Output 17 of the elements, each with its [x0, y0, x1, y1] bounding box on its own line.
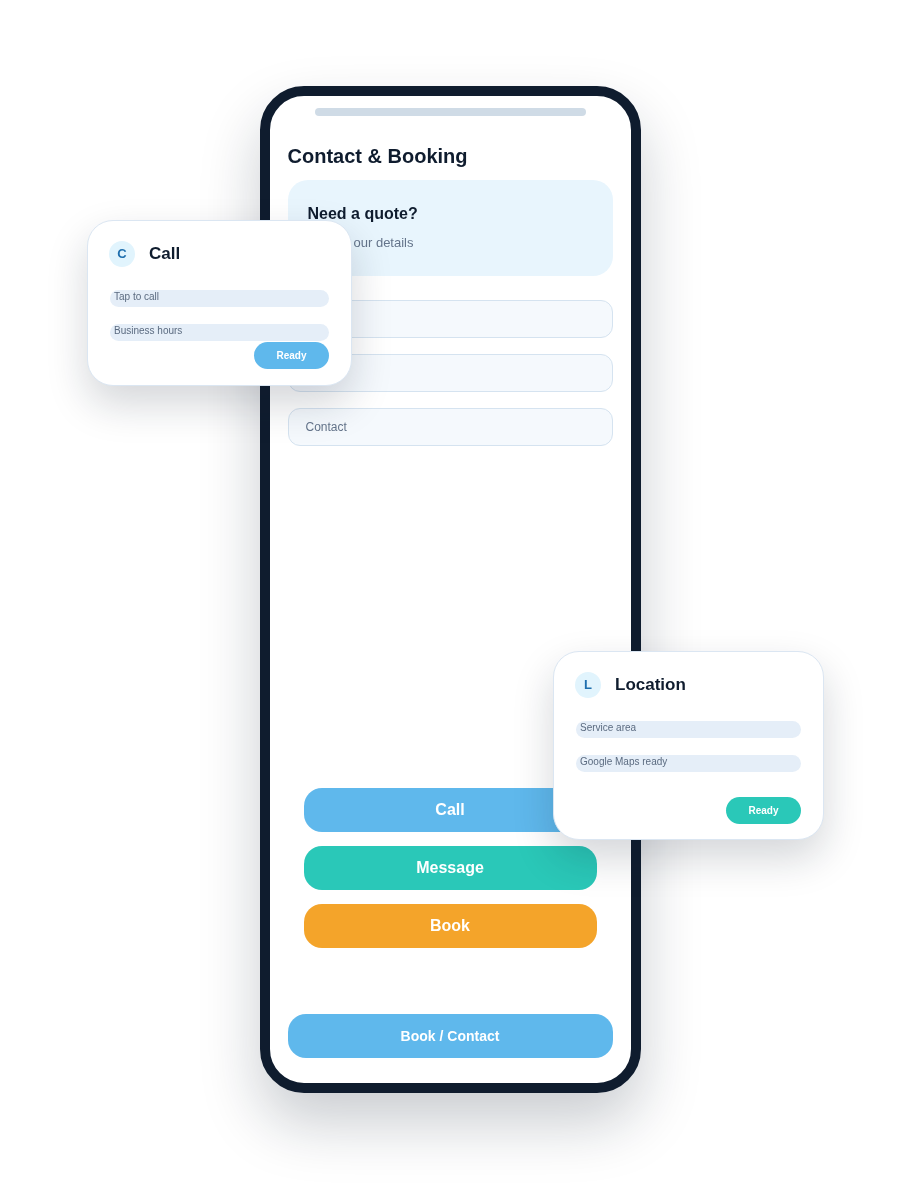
action-button[interactable]: Message [303, 846, 597, 890]
detail-chip: Google Maps ready [576, 755, 801, 772]
quote-title: Need a quote? [307, 204, 419, 224]
ready-button[interactable]: Ready [254, 342, 329, 369]
card-title: Call [149, 243, 181, 265]
detail-chip: Service area [576, 721, 801, 738]
detail-chip: Business hours [110, 324, 329, 341]
card-title: Location [615, 674, 686, 696]
input-field[interactable]: Contact [287, 408, 613, 446]
book-contact-button[interactable]: Book / Contact [287, 1014, 613, 1058]
action-button[interactable]: Book [303, 904, 597, 948]
ready-button[interactable]: Ready [726, 797, 801, 824]
detail-chip: Tap to call [110, 290, 329, 307]
quote-subtitle: our details [353, 234, 415, 252]
screen-title: Contact & Booking [287, 144, 469, 169]
letter-avatar: L [575, 672, 601, 698]
letter-avatar: C [109, 241, 135, 267]
